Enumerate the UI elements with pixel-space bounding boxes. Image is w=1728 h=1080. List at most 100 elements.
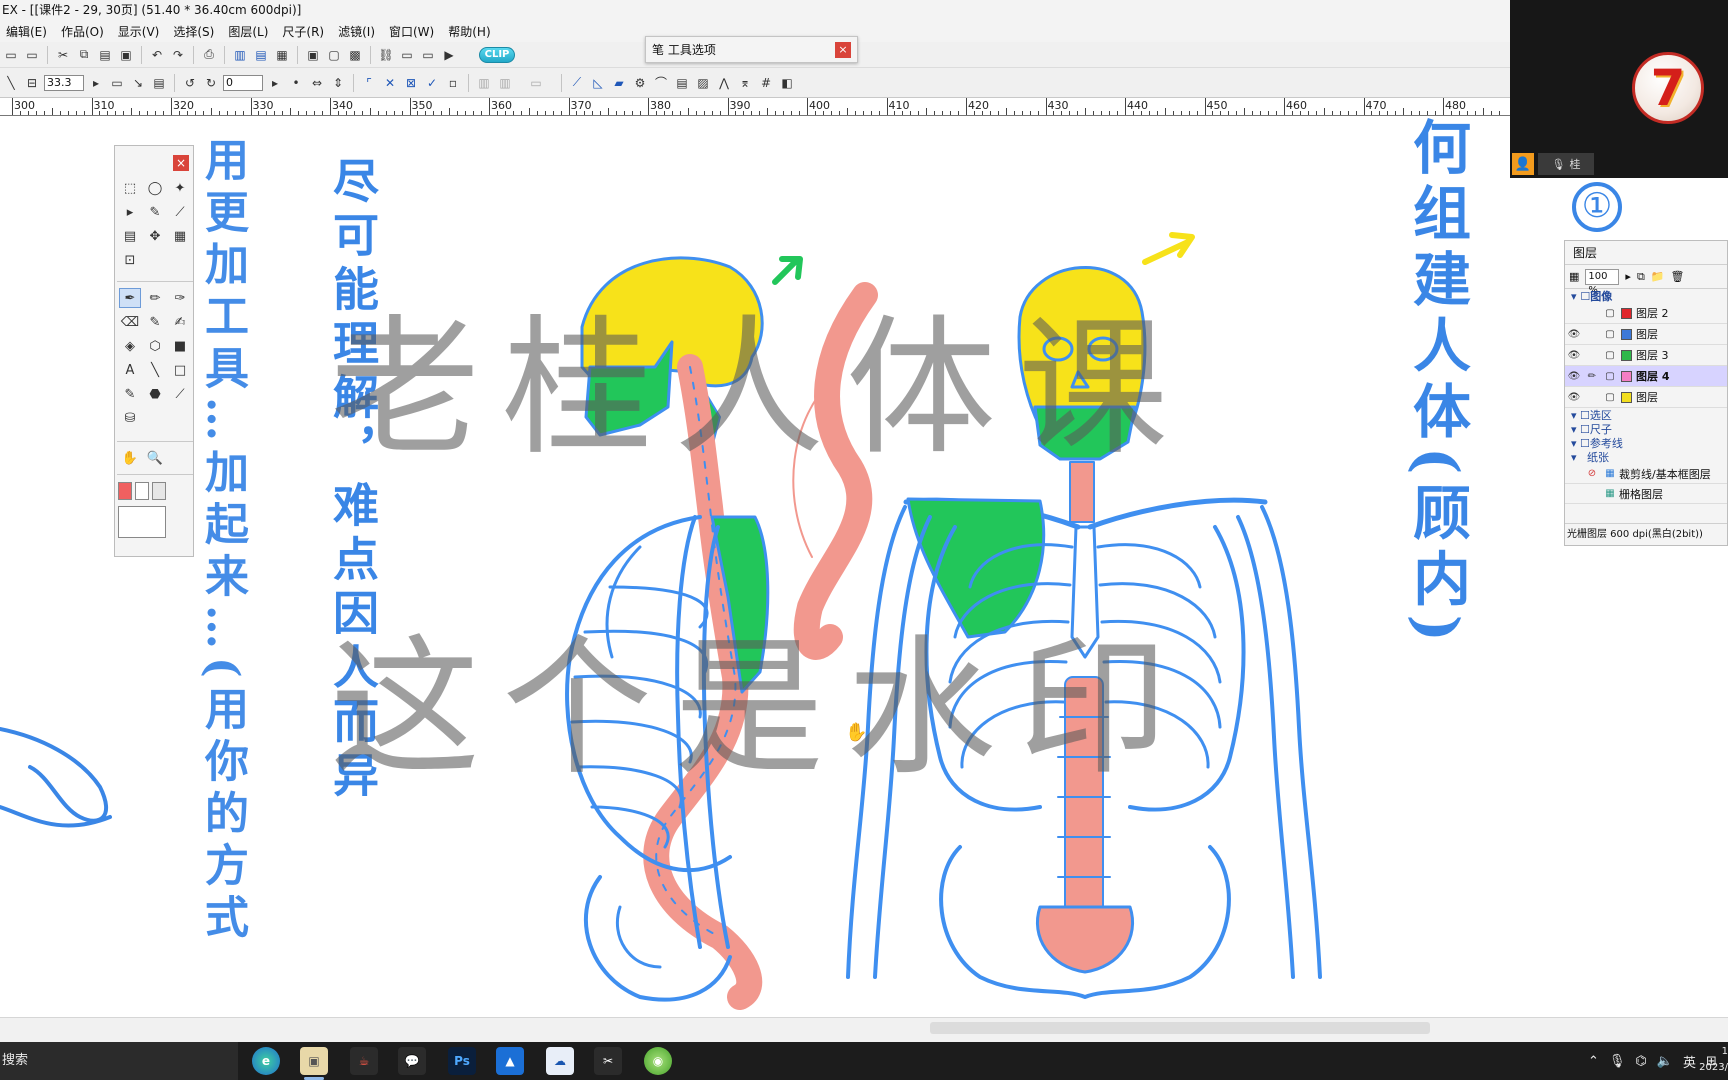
- layer-move-icon[interactable]: ▤: [119, 226, 141, 246]
- hand-tool-icon[interactable]: ✋: [119, 448, 141, 468]
- layer-row[interactable]: 👁 ▢ 图层: [1565, 387, 1727, 408]
- page-spread-icon[interactable]: ▤: [252, 46, 270, 64]
- layer-lock-cell[interactable]: [1583, 483, 1601, 504]
- dot-icon[interactable]: •: [287, 74, 305, 92]
- zoom-arrow-icon[interactable]: ▸: [87, 74, 105, 92]
- layer-props-icon[interactable]: ▣: [304, 46, 322, 64]
- ruler-gear-icon[interactable]: ⚙: [631, 74, 649, 92]
- frame-icon[interactable]: ▦: [169, 226, 191, 246]
- pencil-icon[interactable]: ✏: [144, 288, 166, 308]
- capcut-icon[interactable]: ✂: [594, 1047, 622, 1075]
- taskbar-clock[interactable]: 1 2023/: [1698, 1044, 1728, 1078]
- main-color-swatch[interactable]: [118, 482, 132, 500]
- sub-color-swatch[interactable]: [135, 482, 149, 500]
- menu-layer[interactable]: 图层(L): [222, 23, 276, 40]
- tray-chevron-icon[interactable]: ⌃: [1588, 1054, 1599, 1069]
- ruler-fill-icon[interactable]: ▰: [610, 74, 628, 92]
- fit-page-icon[interactable]: ▭: [108, 74, 126, 92]
- layer-eye-cell[interactable]: [1565, 483, 1583, 504]
- tone-icon[interactable]: ⬣: [144, 384, 166, 404]
- delete-layer-icon[interactable]: 🗑: [1671, 270, 1685, 283]
- ruler-tree-icon[interactable]: ⌆: [736, 74, 754, 92]
- app-cloud-icon[interactable]: ☁: [546, 1047, 574, 1075]
- layer-folder-selection[interactable]: ▾ ☐ 选区: [1565, 408, 1727, 423]
- layer-row[interactable]: 👁 ✏ ▢ 图层 4: [1565, 366, 1727, 387]
- menu-filter[interactable]: 滤镜(I): [332, 23, 383, 40]
- layer-checkbox-icon[interactable]: ▢: [1601, 303, 1619, 324]
- ruler-frame-icon[interactable]: ▤: [673, 74, 691, 92]
- zoom-input[interactable]: 33.3: [44, 74, 84, 91]
- ruler-hatch-icon[interactable]: ▨: [694, 74, 712, 92]
- transform-icon[interactable]: ⊡: [119, 250, 141, 270]
- snap-check-icon[interactable]: ✓: [423, 74, 441, 92]
- flip-h-icon[interactable]: ⇔: [308, 74, 326, 92]
- marker-icon[interactable]: ✑: [169, 288, 191, 308]
- pen-tool-icon[interactable]: ✒: [119, 288, 141, 308]
- move-icon[interactable]: ✥: [144, 226, 166, 246]
- rotate-left-icon[interactable]: ↺: [181, 74, 199, 92]
- color-set-icon[interactable]: ▩: [346, 46, 364, 64]
- print-icon[interactable]: ⎙: [200, 46, 218, 64]
- layer-edit-icon[interactable]: [1583, 324, 1601, 345]
- clip-badge[interactable]: CLIP: [479, 46, 515, 63]
- layer-visibility-icon[interactable]: 👁: [1565, 345, 1583, 366]
- new-folder-icon[interactable]: 📁: [1651, 270, 1665, 283]
- gradient-icon[interactable]: ■: [169, 336, 191, 356]
- menu-edit[interactable]: 编辑(E): [0, 23, 55, 40]
- fill-icon[interactable]: ◈: [119, 336, 141, 356]
- copy-icon[interactable]: ⧉: [75, 46, 93, 64]
- layer-edit-icon[interactable]: [1583, 387, 1601, 408]
- ruler-perspective-icon[interactable]: ⋀: [715, 74, 733, 92]
- fit-width-icon[interactable]: ↘: [129, 74, 147, 92]
- line-tool-icon[interactable]: ╲: [144, 360, 166, 380]
- lasso-icon[interactable]: ◯: [144, 178, 166, 198]
- transparent-color-swatch[interactable]: [152, 482, 166, 500]
- paste-icon[interactable]: ▤: [96, 46, 114, 64]
- layer-checkbox-icon[interactable]: ▢: [1601, 324, 1619, 345]
- line-icon[interactable]: ╲: [2, 74, 20, 92]
- eraser-icon[interactable]: ⌫: [119, 312, 141, 332]
- tool-palette-close-button[interactable]: ×: [173, 155, 189, 171]
- rotate-right-icon[interactable]: ↻: [202, 74, 220, 92]
- app-green-icon[interactable]: ◉: [644, 1047, 672, 1075]
- save-icon[interactable]: ▭: [23, 46, 41, 64]
- layer-folder-guide[interactable]: ▾ ☐ 参考线: [1565, 436, 1727, 451]
- user-icon[interactable]: 👤: [1512, 153, 1534, 175]
- canvas-props-icon[interactable]: ▢: [325, 46, 343, 64]
- ruler-end-icon[interactable]: ◧: [778, 74, 796, 92]
- ruler-grid-icon[interactable]: #: [757, 74, 775, 92]
- angle-arrow-icon[interactable]: ▸: [266, 74, 284, 92]
- ink-icon[interactable]: ✍: [169, 312, 191, 332]
- cut-icon[interactable]: ✂: [54, 46, 72, 64]
- mic-indicator[interactable]: 🎙 桂: [1538, 153, 1594, 175]
- rect-tool-icon[interactable]: □: [169, 360, 191, 380]
- layer-row-grid[interactable]: ▦ 栅格图层: [1565, 484, 1727, 504]
- menu-view[interactable]: 显示(V): [112, 23, 168, 40]
- correct-line-icon[interactable]: ✎: [119, 384, 141, 404]
- drawing-canvas[interactable]: 用更加工具…加起来…(用你的方式 尽可能理解，难点因人而异 何组建人体(顾内) …: [0, 117, 1510, 1017]
- ruler-tool-icon[interactable]: ⟋: [169, 384, 191, 404]
- layer-row[interactable]: 👁 ▢ 图层: [1565, 324, 1727, 345]
- layer-visibility-icon[interactable]: 👁: [1565, 387, 1583, 408]
- tray-volume-icon[interactable]: 🔈: [1657, 1054, 1673, 1069]
- redo-icon[interactable]: ↷: [169, 46, 187, 64]
- edge-icon[interactable]: e: [252, 1047, 280, 1075]
- layer-checkbox-icon[interactable]: ▢: [1601, 345, 1619, 366]
- magic-wand-icon[interactable]: ✦: [169, 178, 191, 198]
- object-select-icon[interactable]: ▸: [119, 202, 141, 222]
- photoshop-icon[interactable]: Ps: [448, 1047, 476, 1075]
- open-icon[interactable]: ▭: [2, 46, 20, 64]
- ruler-pen-icon[interactable]: ⟋: [568, 74, 586, 92]
- shape-fill-icon[interactable]: ⬡: [144, 336, 166, 356]
- taskbar-search[interactable]: 搜索: [0, 1042, 238, 1080]
- ruler-angle-icon[interactable]: ◺: [589, 74, 607, 92]
- play-icon[interactable]: ▶: [440, 46, 458, 64]
- menu-window[interactable]: 窗口(W): [383, 23, 442, 40]
- layer-edit-icon[interactable]: [1583, 345, 1601, 366]
- page-list-icon[interactable]: ▦: [273, 46, 291, 64]
- pen-tool-options-panel[interactable]: 笔 工具选项 ×: [645, 36, 858, 63]
- brush-icon[interactable]: ✎: [144, 312, 166, 332]
- menu-story[interactable]: 作品(O): [55, 23, 112, 40]
- layer-eye-cell[interactable]: [1565, 463, 1583, 484]
- tray-mic-icon[interactable]: 🎙: [1609, 1054, 1626, 1069]
